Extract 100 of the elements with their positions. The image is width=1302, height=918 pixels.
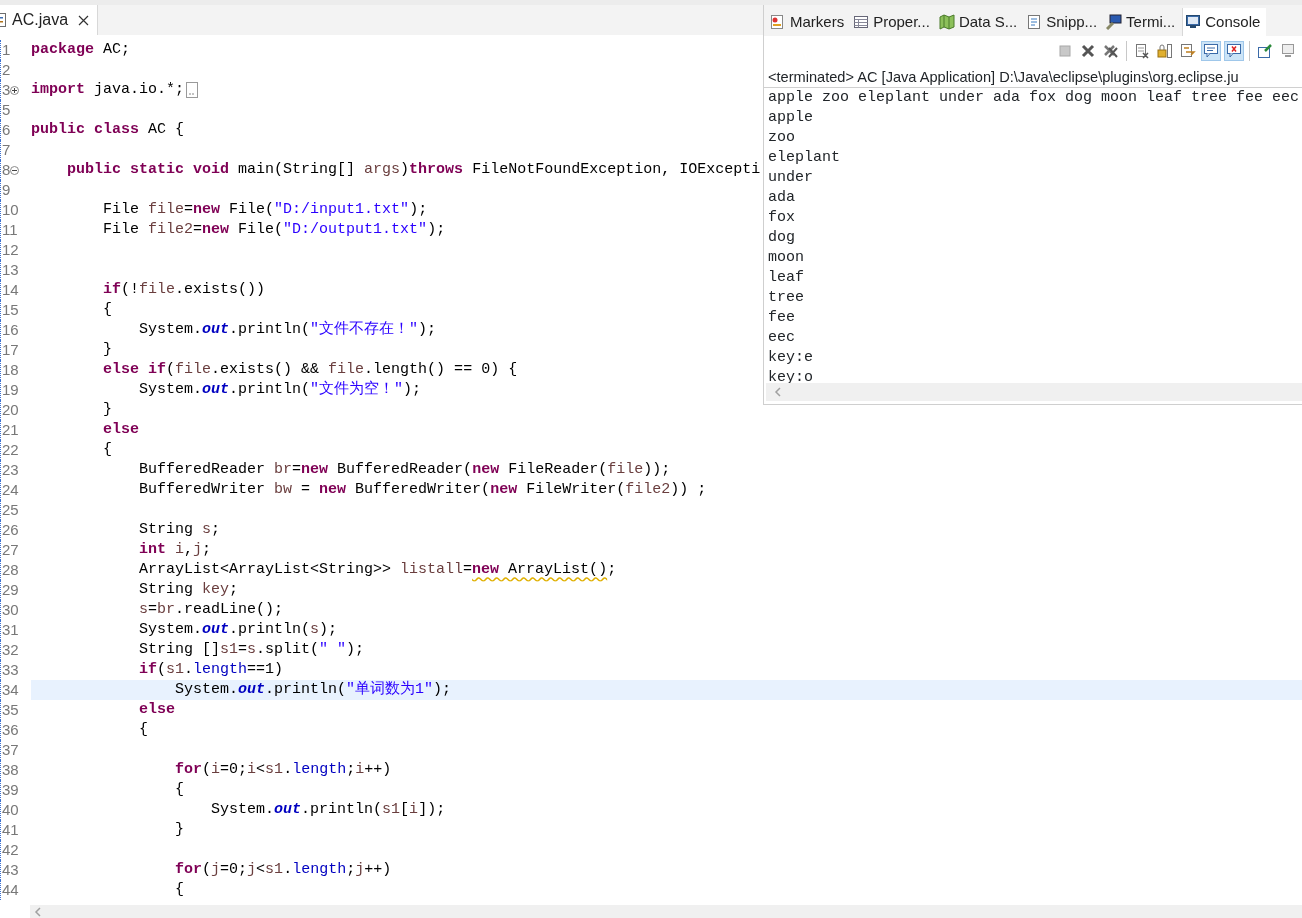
line-number: 14 <box>2 280 19 300</box>
console-output-line: leaf <box>768 268 805 288</box>
line-number: 34 <box>2 680 19 700</box>
console-output-line: zoo <box>768 128 796 148</box>
line-number: 12 <box>2 240 19 260</box>
line-number: 33 <box>2 660 19 680</box>
console-output-line: ada <box>768 188 796 208</box>
line-number: 30 <box>2 600 19 620</box>
line-number: 26 <box>2 520 19 540</box>
line-number: 37 <box>2 740 19 760</box>
close-icon[interactable] <box>78 14 90 26</box>
console-output-line: apple <box>768 108 814 128</box>
line-number: 23 <box>2 460 19 480</box>
code-line: else <box>138 700 176 720</box>
console-output-line: eleplant <box>768 148 841 168</box>
code-line: if(!file.exists()) <box>102 280 266 300</box>
code-line: import java.io.*; <box>31 80 185 100</box>
code-line: System.out.println("文件不存在！"); <box>138 320 437 340</box>
toolbar-button[interactable] <box>1224 41 1244 61</box>
code-line: System.out.println("单词数为1"); <box>174 680 452 700</box>
line-number: 17 <box>2 340 19 360</box>
code-line: String key; <box>138 580 239 600</box>
horizontal-scrollbar[interactable] <box>766 383 1302 401</box>
line-number: 27 <box>2 540 19 560</box>
expand-fold-icon[interactable] <box>10 85 20 95</box>
line-number: 18 <box>2 360 19 380</box>
line-number: 22 <box>2 440 19 460</box>
stop-icon <box>1057 43 1073 59</box>
code-line: } <box>102 400 112 420</box>
line-number: 16 <box>2 320 19 340</box>
view-tab[interactable]: Data S... <box>936 8 1024 36</box>
code-line: File file=new File("D:/input1.txt"); <box>102 200 428 220</box>
line-number: 28 <box>2 560 19 580</box>
line-number: 25 <box>2 500 19 520</box>
code-line: BufferedReader br=new BufferedReader(new FileReader(file)); <box>138 460 671 480</box>
map-icon <box>938 14 955 30</box>
line-number: 20 <box>2 400 19 420</box>
line-number: 43 <box>2 860 19 880</box>
horizontal-scrollbar[interactable] <box>30 905 1302 918</box>
error-bubble-icon <box>1226 43 1242 59</box>
code-line: System.out.println(s1[i]); <box>210 800 446 820</box>
code-line: } <box>102 340 112 360</box>
console-status: <terminated> AC [Java Application] D:\Java\eclipse\plugins\org.eclipse.ju <box>764 66 1302 88</box>
console-output-line: key:e <box>768 348 814 368</box>
line-number: 41 <box>2 820 19 840</box>
wrap-document-icon <box>1180 43 1196 59</box>
clear-document-icon <box>1134 43 1150 59</box>
code-line: ArrayList<ArrayList<String>> listall=new ArrayList(); <box>138 560 617 580</box>
line-number: 13 <box>2 260 19 280</box>
console-output-line: dog <box>768 228 796 248</box>
line-number: 19 <box>2 380 19 400</box>
line-number: 3 <box>2 80 11 100</box>
code-line: System.out.println(s); <box>138 620 338 640</box>
line-number: 36 <box>2 720 19 740</box>
code-line: if(s1.length==1) <box>138 660 284 680</box>
folded-code-icon[interactable] <box>186 82 199 98</box>
collapse-fold-icon[interactable] <box>10 165 20 175</box>
code-line: int i,j; <box>138 540 212 560</box>
pin-icon <box>1257 43 1273 59</box>
code-line: { <box>102 300 112 320</box>
table-icon <box>853 14 870 30</box>
code-line: BufferedWriter bw = new BufferedWriter(new FileWriter(file2)) ; <box>138 480 707 500</box>
console-output-line: under <box>768 168 814 188</box>
console-output-line: fee <box>768 308 796 328</box>
toolbar-button[interactable] <box>1155 41 1175 61</box>
toolbar-button[interactable] <box>1201 41 1221 61</box>
view-tab[interactable]: Proper... <box>851 8 936 36</box>
monitor-icon <box>1280 43 1296 59</box>
line-number: 32 <box>2 640 19 660</box>
monitor-icon <box>1185 14 1202 30</box>
console-output-line: fox <box>768 208 796 228</box>
console-output-line: key:o <box>768 368 814 388</box>
line-number: 2 <box>2 60 11 80</box>
speech-bubble-icon <box>1203 43 1219 59</box>
code-line: s=br.readLine(); <box>138 600 284 620</box>
markers-icon <box>770 14 786 30</box>
view-tab[interactable]: Markers <box>768 8 851 36</box>
toolbar-button[interactable] <box>1255 41 1275 61</box>
console-output-line: eec <box>768 328 796 348</box>
line-number: 10 <box>2 200 19 220</box>
code-line: System.out.println("文件为空！"); <box>138 380 422 400</box>
view-tab[interactable]: Termi... <box>1104 8 1182 36</box>
line-number: 42 <box>2 840 19 860</box>
code-line: { <box>174 780 185 800</box>
code-line: public class AC { <box>31 120 185 140</box>
view-tab[interactable]: Snipp... <box>1024 8 1104 36</box>
close-all-icon <box>1103 43 1119 59</box>
code-line: else if(file.exists() && file.length() == 0) { <box>102 360 518 380</box>
line-number: 1 <box>2 40 11 60</box>
line-number: 7 <box>2 140 11 160</box>
code-line: String []s1=s.split(" "); <box>138 640 365 660</box>
view-tab[interactable]: Console <box>1182 8 1267 36</box>
code-line: else <box>102 420 140 440</box>
code-line: String s; <box>138 520 221 540</box>
line-number: 21 <box>2 420 19 440</box>
code-line: { <box>102 440 112 460</box>
editor-tab[interactable]: AC.java <box>0 5 99 35</box>
line-number: 35 <box>2 700 19 720</box>
line-number: 9 <box>2 180 11 200</box>
line-number: 29 <box>2 580 19 600</box>
